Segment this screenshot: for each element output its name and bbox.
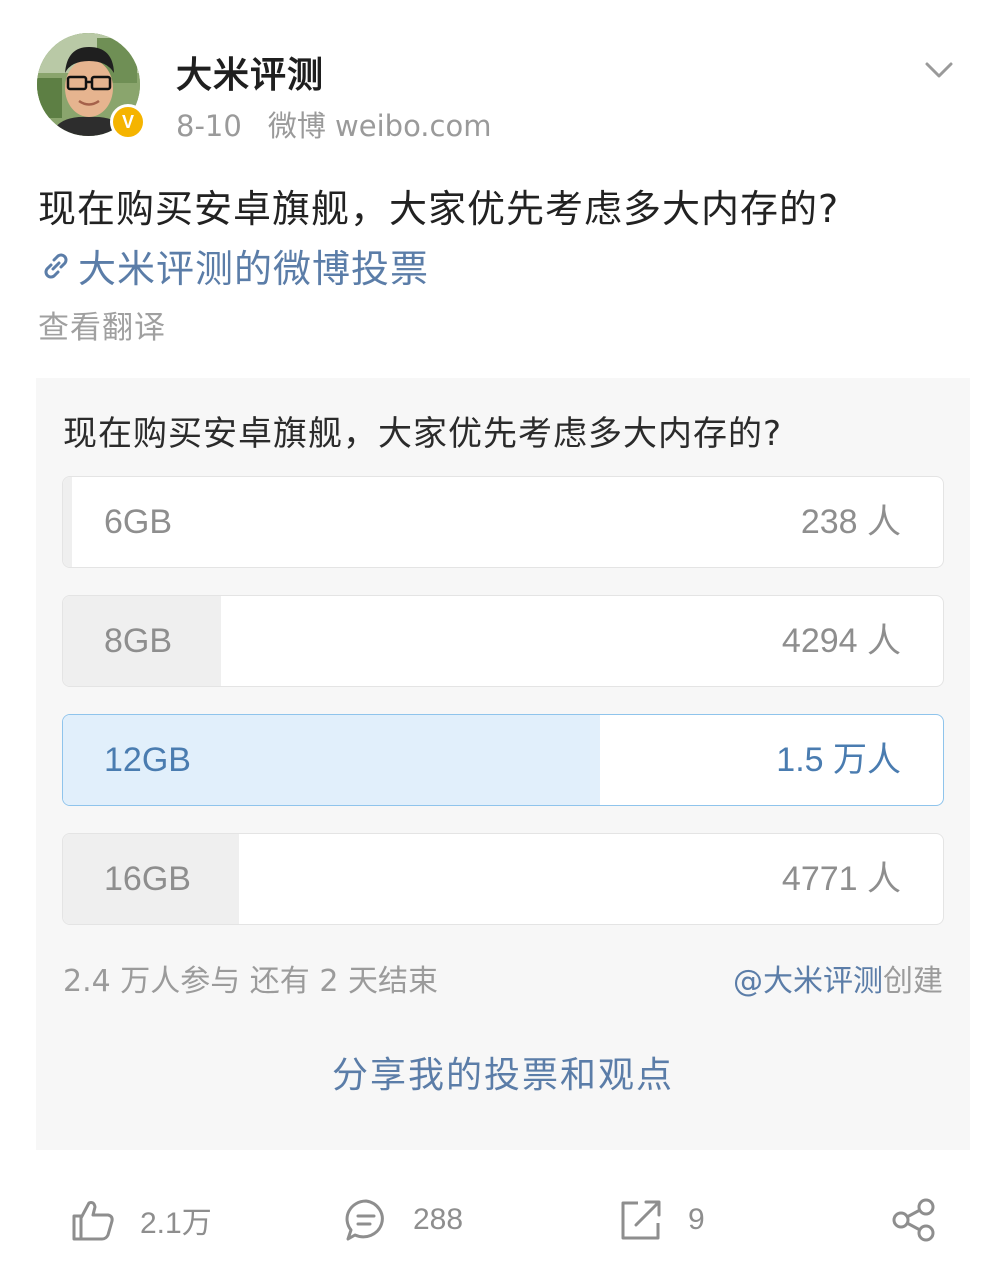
comment-count: 288 xyxy=(413,1203,464,1236)
poll-creator-line: @大米评测创建 xyxy=(733,956,943,1000)
poll-link[interactable]: 大米评测的微博投票 xyxy=(38,238,429,293)
poll-option-label: 16GB xyxy=(104,860,191,898)
poll-question: 现在购买安卓旗舰，大家优先考虑多大内存的? xyxy=(63,414,783,454)
post-header: V 大米评测 8-10 微博 weibo.com xyxy=(0,0,1007,150)
like-count: 2.1万 xyxy=(140,1207,212,1240)
comment-button[interactable]: 288 xyxy=(343,1180,463,1260)
poll-option-6gb[interactable]: 6GB 238 人 xyxy=(62,476,944,568)
like-button[interactable]: 2.1万 xyxy=(70,1180,212,1260)
translate-button[interactable]: 查看翻译 xyxy=(38,302,166,347)
poll-option-count: 1.5 万人 xyxy=(776,741,901,779)
post-source: 微博 weibo.com xyxy=(267,109,492,143)
poll-option-12gb[interactable]: 12GB 1.5 万人 xyxy=(62,714,944,806)
post-meta: 8-10 微博 weibo.com xyxy=(176,103,491,145)
share-vote-button[interactable]: 分享我的投票和观点 xyxy=(36,1046,970,1098)
post-date: 8-10 xyxy=(176,109,242,143)
poll-option-fill xyxy=(63,477,72,567)
poll-option-count: 4294 人 xyxy=(781,622,901,660)
poll-creator-link[interactable]: @大米评测 xyxy=(733,964,883,999)
poll-card: 现在购买安卓旗舰，大家优先考虑多大内存的? 6GB 238 人 8GB 4294… xyxy=(36,378,970,1150)
poll-option-8gb[interactable]: 8GB 4294 人 xyxy=(62,595,944,687)
poll-option-label: 6GB xyxy=(104,503,173,541)
repost-button[interactable]: 9 xyxy=(618,1180,705,1260)
verified-badge-icon: V xyxy=(110,104,146,140)
poll-link-label: 大米评测的微博投票 xyxy=(78,247,430,291)
link-icon xyxy=(44,253,68,278)
share-button[interactable] xyxy=(890,1180,938,1260)
comment-icon xyxy=(345,1199,384,1241)
repost-count: 9 xyxy=(688,1203,705,1236)
share-icon xyxy=(892,1198,935,1242)
poll-option-label: 8GB xyxy=(104,622,173,660)
thumbs-up-icon xyxy=(72,1201,114,1241)
author-name[interactable]: 大米评测 xyxy=(176,46,324,98)
poll-created-label: 创建 xyxy=(883,964,943,999)
post-text: 现在购买安卓旗舰，大家优先考虑多大内存的? xyxy=(38,187,840,231)
poll-option-16gb[interactable]: 16GB 4771 人 xyxy=(62,833,944,925)
poll-option-label: 12GB xyxy=(104,741,191,779)
poll-option-count: 4771 人 xyxy=(781,860,901,898)
repost-icon xyxy=(621,1200,661,1240)
chevron-down-icon[interactable] xyxy=(918,55,960,85)
poll-participants: 2.4 万人参与 还有 2 天结束 xyxy=(63,964,438,999)
action-bar: 2.1万 288 9 xyxy=(0,1180,1007,1260)
poll-option-count: 238 人 xyxy=(800,503,901,541)
